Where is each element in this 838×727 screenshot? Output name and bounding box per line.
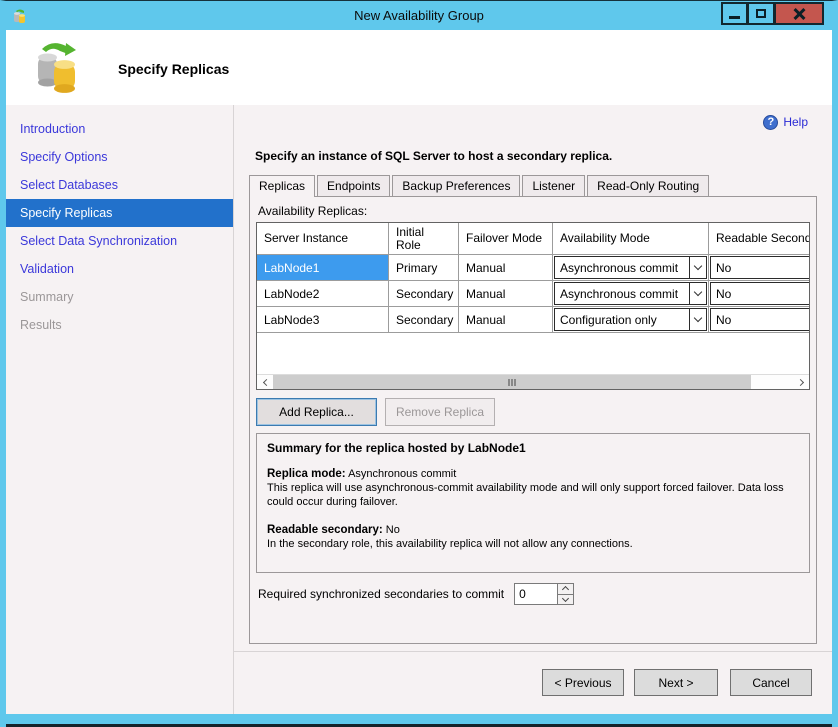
chevron-down-icon[interactable]	[689, 283, 706, 304]
scrollbar-thumb[interactable]	[273, 375, 751, 389]
replica-mode-description: This replica will use asynchronous-commi…	[267, 481, 799, 509]
cell-availability-mode: Configuration only	[553, 307, 709, 332]
replica-mode-value: Asynchronous commit	[348, 468, 456, 480]
table-row: LabNode2 Secondary Manual Asynchronous c…	[257, 281, 809, 307]
quorum-input[interactable]	[515, 584, 557, 604]
cancel-button[interactable]: Cancel	[730, 669, 812, 696]
grid-label: Availability Replicas:	[258, 204, 810, 218]
wizard-steps-sidebar: Introduction Specify Options Select Data…	[6, 105, 234, 714]
scroll-left-icon[interactable]	[257, 375, 273, 389]
cell-readable-secondary: No	[709, 255, 810, 280]
remove-replica-button: Remove Replica	[385, 398, 495, 426]
sidebar-item-specify-options[interactable]: Specify Options	[6, 143, 233, 171]
spinner-up-icon[interactable]	[558, 584, 573, 595]
sidebar-item-results: Results	[6, 311, 233, 339]
replicas-tab-panel: Availability Replicas: Server Instance I…	[249, 196, 817, 644]
cell-failover-mode[interactable]: Manual	[459, 307, 553, 332]
help-icon: ?	[763, 115, 778, 130]
table-row: LabNode1 Primary Manual Asynchronous com…	[257, 255, 809, 281]
readable-secondary-dropdown[interactable]: No	[710, 282, 810, 305]
tab-strip: Replicas Endpoints Backup Preferences Li…	[249, 175, 832, 196]
readable-secondary-dropdown[interactable]: No	[710, 256, 810, 279]
readable-secondary-value: No	[386, 524, 400, 536]
cell-initial-role[interactable]: Secondary	[389, 281, 459, 306]
maximize-icon	[756, 9, 766, 18]
cell-availability-mode: Asynchronous commit	[553, 281, 709, 306]
minimize-icon	[729, 16, 740, 19]
sidebar-item-specify-replicas[interactable]: Specify Replicas	[6, 199, 233, 227]
sidebar-item-summary: Summary	[6, 283, 233, 311]
cell-server-instance[interactable]: LabNode3	[257, 307, 389, 332]
cell-readable-secondary: No	[709, 281, 810, 306]
scroll-right-icon[interactable]	[793, 375, 809, 389]
col-server-instance: Server Instance	[257, 223, 389, 254]
instruction-text: Specify an instance of SQL Server to hos…	[255, 149, 832, 163]
replica-database-icon	[32, 41, 84, 95]
wizard-header: Specify Replicas	[6, 30, 832, 105]
previous-button[interactable]: < Previous	[542, 669, 624, 696]
titlebar[interactable]: New Availability Group	[6, 1, 832, 30]
cell-initial-role[interactable]: Primary	[389, 255, 459, 280]
scrollbar-track[interactable]	[751, 375, 793, 389]
cell-failover-mode[interactable]: Manual	[459, 255, 553, 280]
quorum-spinner	[514, 583, 574, 605]
readable-secondary-description: In the secondary role, this availability…	[267, 537, 799, 551]
quorum-label: Required synchronized secondaries to com…	[258, 587, 504, 601]
tab-backup-preferences[interactable]: Backup Preferences	[392, 175, 520, 196]
grid-header-row: Server Instance Initial Role Failover Mo…	[257, 223, 809, 255]
tab-read-only-routing[interactable]: Read-Only Routing	[587, 175, 709, 196]
chevron-down-icon[interactable]	[689, 257, 706, 278]
close-icon	[793, 8, 805, 20]
cell-server-instance[interactable]: LabNode1	[257, 255, 389, 280]
availability-mode-dropdown[interactable]: Configuration only	[554, 308, 707, 331]
cell-failover-mode[interactable]: Manual	[459, 281, 553, 306]
close-button[interactable]	[775, 2, 824, 25]
tab-endpoints[interactable]: Endpoints	[317, 175, 390, 196]
tab-listener[interactable]: Listener	[522, 175, 585, 196]
availability-mode-dropdown[interactable]: Asynchronous commit	[554, 256, 707, 279]
add-replica-button[interactable]: Add Replica...	[256, 398, 377, 426]
window-bottom-border	[6, 714, 832, 727]
col-failover-mode: Failover Mode	[459, 223, 553, 254]
gripper-icon	[511, 379, 513, 386]
spinner-down-icon[interactable]	[558, 595, 573, 605]
replica-mode-label: Replica mode:	[267, 468, 346, 480]
sidebar-item-select-data-synchronization[interactable]: Select Data Synchronization	[6, 227, 233, 255]
page-title: Specify Replicas	[118, 61, 229, 77]
sidebar-item-validation[interactable]: Validation	[6, 255, 233, 283]
help-link[interactable]: Help	[783, 115, 808, 129]
window-title: New Availability Group	[6, 8, 832, 23]
sidebar-item-select-databases[interactable]: Select Databases	[6, 171, 233, 199]
wizard-content: ? Help Specify an instance of SQL Server…	[234, 105, 832, 714]
sidebar-item-introduction[interactable]: Introduction	[6, 115, 233, 143]
col-initial-role: Initial Role	[389, 223, 459, 254]
col-readable-secondary: Readable Secondary	[709, 223, 810, 254]
availability-replicas-grid: Server Instance Initial Role Failover Mo…	[256, 222, 810, 390]
tab-replicas[interactable]: Replicas	[249, 175, 315, 197]
horizontal-scrollbar[interactable]	[257, 374, 809, 389]
availability-mode-dropdown[interactable]: Asynchronous commit	[554, 282, 707, 305]
cell-initial-role[interactable]: Secondary	[389, 307, 459, 332]
dialog-window: New Availability Group Specify Replicas	[0, 0, 838, 727]
wizard-footer: < Previous Next > Cancel	[234, 651, 832, 714]
summary-title: Summary for the replica hosted by LabNod…	[267, 441, 799, 455]
cell-availability-mode: Asynchronous commit	[553, 255, 709, 280]
readable-secondary-label: Readable secondary:	[267, 524, 383, 536]
minimize-button[interactable]	[721, 2, 748, 25]
cell-readable-secondary: No	[709, 307, 810, 332]
table-row: LabNode3 Secondary Manual Configuration …	[257, 307, 809, 333]
next-button[interactable]: Next >	[634, 669, 718, 696]
maximize-button[interactable]	[748, 2, 775, 25]
readable-secondary-dropdown[interactable]: No	[710, 308, 810, 331]
chevron-down-icon[interactable]	[689, 309, 706, 330]
replica-summary-panel: Summary for the replica hosted by LabNod…	[256, 433, 810, 573]
cell-server-instance[interactable]: LabNode2	[257, 281, 389, 306]
col-availability-mode: Availability Mode	[553, 223, 709, 254]
